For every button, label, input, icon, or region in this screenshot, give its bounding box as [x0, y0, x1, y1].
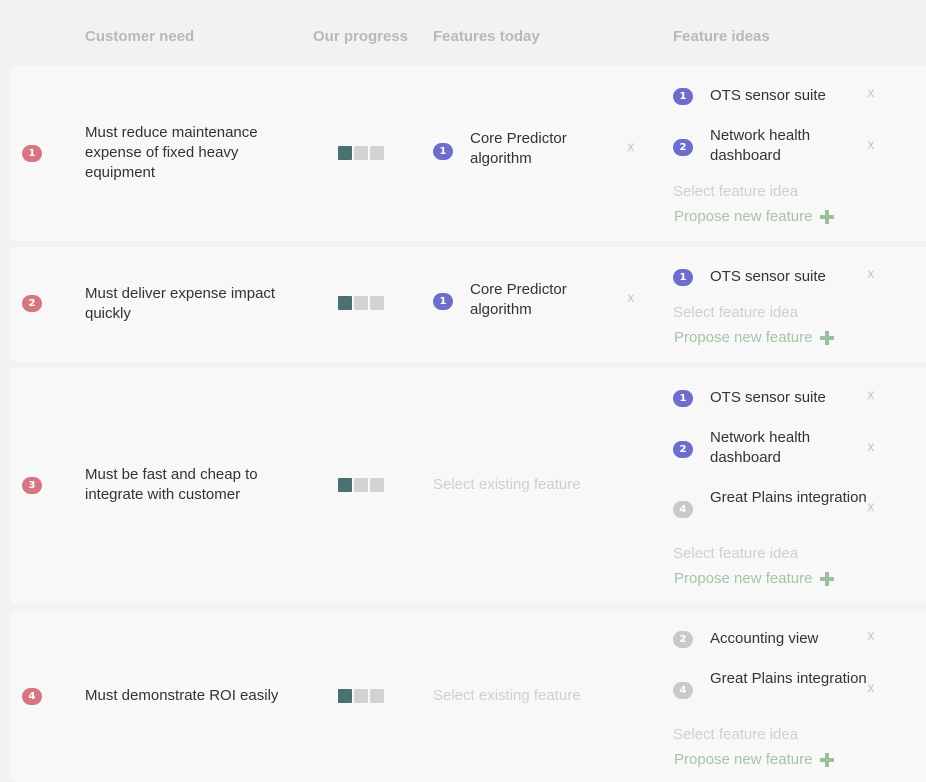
feature-idea-name[interactable]: Accounting view	[710, 629, 870, 649]
feature-idea-name[interactable]: OTS sensor suite	[710, 86, 870, 106]
header-feature-ideas: Feature ideas	[673, 28, 770, 45]
remove-idea-button[interactable]: x	[867, 440, 875, 455]
table-row: 3 Must be fast and cheap to integrate wi…	[10, 368, 926, 603]
remove-idea-button[interactable]: x	[867, 629, 875, 644]
feature-today-name[interactable]: Core Predictor algorithm	[470, 280, 630, 320]
progress-step	[354, 478, 368, 492]
select-existing-feature[interactable]: Select existing feature	[433, 476, 581, 493]
plus-icon	[820, 752, 835, 767]
idea-number-badge: 2	[673, 441, 693, 458]
progress-indicator	[338, 478, 384, 492]
propose-new-feature-button[interactable]: Propose new feature	[674, 751, 835, 768]
remove-idea-button[interactable]: x	[867, 138, 875, 153]
progress-step-done	[338, 146, 352, 160]
progress-step-done	[338, 296, 352, 310]
table-row: 1 Must reduce maintenance expense of fix…	[10, 66, 926, 241]
idea-number-badge: 2	[673, 631, 693, 648]
progress-step	[370, 689, 384, 703]
feature-idea-name[interactable]: Great Plains integration	[710, 488, 870, 508]
feature-idea-name[interactable]: Great Plains integration	[710, 669, 870, 689]
remove-idea-button[interactable]: x	[867, 388, 875, 403]
table-row: 4 Must demonstrate ROI easily Select exi…	[10, 609, 926, 782]
need-number-badge: 1	[22, 145, 42, 162]
table-row: 2 Must deliver expense impact quickly 1 …	[10, 247, 926, 362]
feature-number-badge: 1	[433, 293, 453, 310]
header-features-today: Features today	[433, 28, 540, 45]
progress-indicator	[338, 689, 384, 703]
plus-icon	[820, 571, 835, 586]
feature-today-name[interactable]: Core Predictor algorithm	[470, 129, 630, 169]
remove-idea-button[interactable]: x	[867, 681, 875, 696]
select-existing-feature[interactable]: Select existing feature	[433, 687, 581, 704]
progress-step	[354, 689, 368, 703]
header-our-progress: Our progress	[313, 28, 409, 45]
select-feature-idea[interactable]: Select feature idea	[673, 183, 798, 200]
customer-need-text[interactable]: Must deliver expense impact quickly	[85, 284, 285, 324]
progress-step	[370, 146, 384, 160]
plus-icon	[820, 330, 835, 345]
propose-label: Propose new feature	[674, 208, 813, 225]
progress-step	[354, 146, 368, 160]
need-number-badge: 3	[22, 477, 42, 494]
select-feature-idea[interactable]: Select feature idea	[673, 304, 798, 321]
remove-idea-button[interactable]: x	[867, 500, 875, 515]
progress-indicator	[338, 296, 384, 310]
feature-idea-name[interactable]: OTS sensor suite	[710, 267, 870, 287]
idea-number-badge: 4	[673, 682, 693, 699]
progress-step-done	[338, 689, 352, 703]
idea-number-badge: 1	[673, 269, 693, 286]
propose-label: Propose new feature	[674, 329, 813, 346]
propose-new-feature-button[interactable]: Propose new feature	[674, 208, 835, 225]
select-feature-idea[interactable]: Select feature idea	[673, 726, 798, 743]
propose-new-feature-button[interactable]: Propose new feature	[674, 329, 835, 346]
idea-number-badge: 2	[673, 139, 693, 156]
idea-number-badge: 4	[673, 501, 693, 518]
need-number-badge: 4	[22, 688, 42, 705]
progress-step	[370, 296, 384, 310]
remove-idea-button[interactable]: x	[867, 267, 875, 282]
feature-idea-name[interactable]: Network health dashboard	[710, 428, 870, 468]
remove-idea-button[interactable]: x	[867, 86, 875, 101]
progress-indicator	[338, 146, 384, 160]
customer-need-text[interactable]: Must reduce maintenance expense of fixed…	[85, 123, 285, 183]
plus-icon	[820, 209, 835, 224]
need-number-badge: 2	[22, 295, 42, 312]
progress-step	[354, 296, 368, 310]
idea-number-badge: 1	[673, 88, 693, 105]
progress-step-done	[338, 478, 352, 492]
feature-idea-name[interactable]: OTS sensor suite	[710, 388, 870, 408]
propose-label: Propose new feature	[674, 570, 813, 587]
table-header: Customer need Our progress Features toda…	[0, 0, 926, 64]
select-feature-idea[interactable]: Select feature idea	[673, 545, 798, 562]
feature-idea-name[interactable]: Network health dashboard	[710, 126, 870, 166]
customer-need-text[interactable]: Must be fast and cheap to integrate with…	[85, 465, 275, 505]
customer-need-text[interactable]: Must demonstrate ROI easily	[85, 686, 285, 706]
progress-step	[370, 478, 384, 492]
header-customer-need: Customer need	[85, 28, 195, 45]
propose-label: Propose new feature	[674, 751, 813, 768]
propose-new-feature-button[interactable]: Propose new feature	[674, 570, 835, 587]
remove-feature-button[interactable]: x	[627, 140, 635, 155]
feature-number-badge: 1	[433, 143, 453, 160]
remove-feature-button[interactable]: x	[627, 291, 635, 306]
idea-number-badge: 1	[673, 390, 693, 407]
